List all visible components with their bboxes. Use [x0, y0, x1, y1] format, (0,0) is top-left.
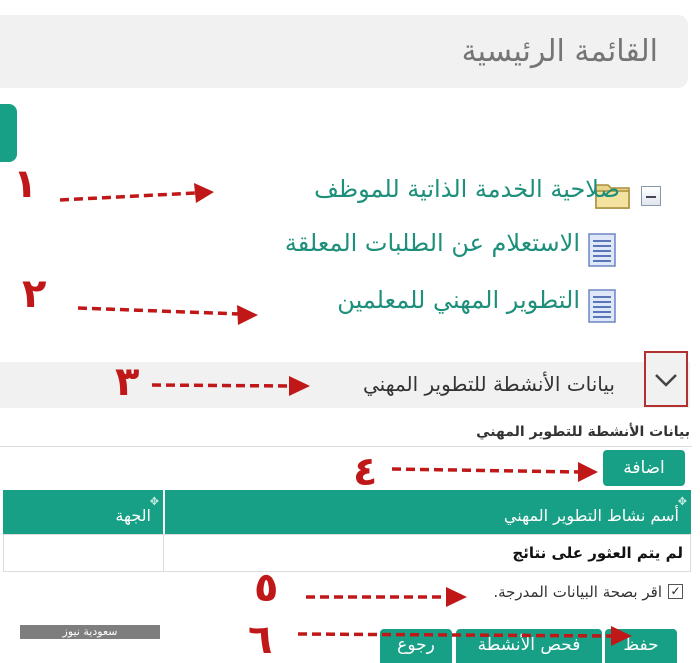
annotation-arrow-4 [391, 467, 581, 474]
sort-icon: ✥ [677, 495, 687, 508]
annotation-number-1: ١ [13, 161, 38, 207]
sort-icon: ✥ [149, 495, 159, 508]
confirm-checkbox[interactable]: ✓ [668, 584, 683, 599]
section-title: بيانات الأنشطة للتطوير المهني [363, 372, 615, 396]
collapse-section-button[interactable] [644, 351, 688, 407]
annotation-number-4: ٤ [353, 449, 378, 495]
column-header-label: أسم نشاط التطوير المهني [503, 506, 679, 525]
watermark: سعودية نيوز [20, 625, 160, 639]
section-subtitle: بيانات الأنشطة للتطوير المهني [476, 424, 690, 440]
annotation-arrow-2 [77, 306, 241, 316]
cell-divider [163, 534, 164, 572]
document-icon [588, 289, 616, 323]
tree-item-pending-requests[interactable]: الاستعلام عن الطلبات المعلقة [285, 229, 580, 257]
confirm-label: اقر بصحة البيانات المدرجة. [493, 583, 662, 601]
annotation-arrow-1 [59, 191, 196, 202]
add-button[interactable]: اضافة [603, 450, 685, 486]
annotation-number-6: ٦ [248, 617, 273, 663]
chevron-down-icon [655, 374, 677, 387]
collapse-tree-icon[interactable] [641, 186, 661, 206]
document-icon [588, 233, 616, 267]
annotation-number-3: ٣ [115, 359, 140, 405]
annotation-number-5: ٥ [254, 565, 279, 611]
empty-results-message: لم يتم العثور على نتائج [512, 544, 683, 562]
column-header-label: الجهة [115, 506, 151, 525]
tree-item-teacher-development[interactable]: التطوير المهني للمعلمين [337, 286, 580, 314]
divider [0, 446, 692, 447]
main-menu-title: القائمة الرئيسية [461, 34, 658, 69]
results-table: ✥ أسم نشاط التطوير المهني ✥ الجهة لم يتم… [3, 490, 691, 572]
side-tab[interactable] [0, 104, 17, 162]
column-header-entity[interactable]: ✥ الجهة [3, 490, 163, 534]
tree-folder-label[interactable]: صلاحية الخدمة الذاتية للموظف [314, 175, 620, 203]
column-header-activity[interactable]: ✥ أسم نشاط التطوير المهني [165, 490, 691, 534]
annotation-number-2: ٢ [22, 271, 47, 317]
